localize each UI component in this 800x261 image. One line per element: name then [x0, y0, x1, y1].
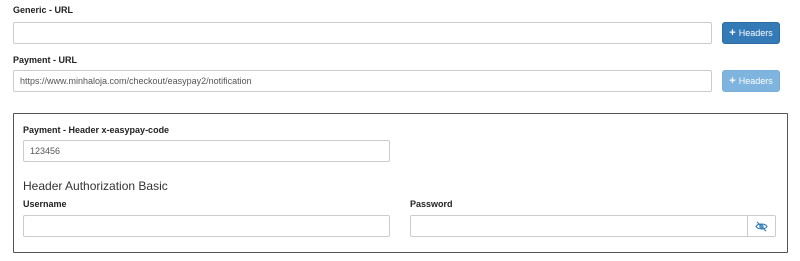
- eye-slash-icon: [755, 221, 768, 231]
- payment-url-label: Payment - URL: [13, 55, 78, 65]
- easypay-code-input[interactable]: [23, 140, 390, 162]
- payment-headers-button[interactable]: + Headers: [722, 70, 780, 92]
- auth-basic-heading: Header Authorization Basic: [23, 179, 168, 193]
- easypay-settings-form: Generic - URL + Headers Payment - URL + …: [0, 0, 800, 261]
- username-input[interactable]: [23, 215, 390, 237]
- generic-headers-button-label: Headers: [738, 28, 773, 38]
- toggle-password-visibility-button[interactable]: [748, 215, 776, 237]
- payment-headers-button-label: Headers: [738, 76, 773, 86]
- password-input[interactable]: [410, 215, 748, 237]
- generic-url-input[interactable]: [13, 22, 712, 44]
- username-label: Username: [23, 199, 67, 209]
- generic-headers-button[interactable]: + Headers: [722, 22, 780, 44]
- generic-url-label: Generic - URL: [13, 5, 74, 15]
- plus-icon: +: [729, 74, 736, 87]
- plus-icon: +: [729, 26, 736, 39]
- payment-url-input[interactable]: [13, 70, 712, 92]
- password-label: Password: [410, 199, 453, 209]
- easypay-code-label: Payment - Header x-easypay-code: [23, 125, 170, 135]
